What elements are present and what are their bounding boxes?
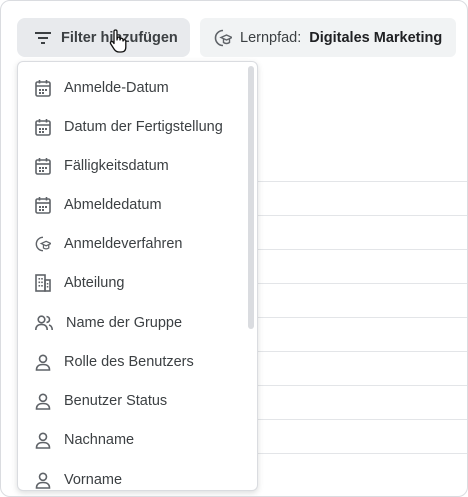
menu-item-label: Abteilung <box>64 275 125 291</box>
user-icon <box>35 472 51 489</box>
menu-item-label: Abmeldedatum <box>64 197 162 213</box>
add-filter-button[interactable]: Filter hinzufügen <box>17 18 190 57</box>
table-row-divider <box>257 181 467 182</box>
calendar-icon <box>35 197 51 214</box>
menu-item-enrollment-date[interactable]: Anmelde-Datum <box>18 70 246 106</box>
table-row-divider <box>257 317 467 318</box>
menu-item-due-date[interactable]: Fälligkeitsdatum <box>18 148 246 184</box>
menu-item-department[interactable]: Abteilung <box>18 265 246 301</box>
menu-item-user-status[interactable]: Benutzer Status <box>18 383 246 419</box>
menu-item-label: Nachname <box>64 432 135 448</box>
learning-path-icon <box>214 29 232 46</box>
filter-dropdown-menu[interactable]: Anmelde-Datum Datum der Fertigstellung F… <box>17 61 258 491</box>
table-row-divider <box>257 249 467 250</box>
user-icon <box>35 393 51 410</box>
building-icon <box>35 274 51 292</box>
menu-item-label: Anmelde-Datum <box>64 80 169 96</box>
user-icon <box>35 354 51 371</box>
table-row-divider <box>257 453 467 454</box>
group-icon <box>35 315 53 331</box>
menu-item-completion-date[interactable]: Datum der Fertigstellung <box>18 109 246 145</box>
learning-path-icon <box>35 236 51 252</box>
learning-path-chip[interactable]: Lernpfad: Digitales Marketing <box>200 18 456 57</box>
table-row-divider <box>257 419 467 420</box>
menu-item-label: Name der Gruppe <box>66 315 183 331</box>
menu-item-label: Benutzer Status <box>64 393 168 409</box>
menu-item-unenroll-date[interactable]: Abmeldedatum <box>18 187 246 223</box>
learning-path-value: Digitales Marketing <box>309 29 443 46</box>
calendar-icon <box>35 80 51 97</box>
menu-item-group-name[interactable]: Name der Gruppe <box>18 305 246 341</box>
menu-item-user-role[interactable]: Rolle des Benutzers <box>18 344 246 380</box>
calendar-icon <box>35 158 51 175</box>
menu-item-label: Vorname <box>64 472 123 488</box>
hand-pointer-cursor-icon <box>109 29 127 53</box>
menu-item-label: Datum der Fertigstellung <box>64 119 223 135</box>
calendar-icon <box>35 119 51 136</box>
table-row-divider <box>257 351 467 352</box>
dropdown-scrollbar[interactable] <box>248 66 254 329</box>
menu-item-first-name[interactable]: Vorname <box>18 462 246 490</box>
user-icon <box>35 432 51 449</box>
table-row-divider <box>257 283 467 284</box>
table-row-divider <box>257 385 467 386</box>
menu-item-enrollment-method[interactable]: Anmeldeverfahren <box>18 226 246 262</box>
menu-item-label: Rolle des Benutzers <box>64 354 194 370</box>
menu-item-last-name[interactable]: Nachname <box>18 422 246 458</box>
menu-item-label: Fälligkeitsdatum <box>64 158 169 174</box>
filter-icon <box>35 31 51 44</box>
menu-item-label: Anmeldeverfahren <box>64 236 183 252</box>
app-frame: Filter hinzufügen Lernpfad: Digitales Ma… <box>0 0 468 497</box>
table-row-divider <box>257 215 467 216</box>
learning-path-label: Lernpfad: <box>240 29 302 46</box>
